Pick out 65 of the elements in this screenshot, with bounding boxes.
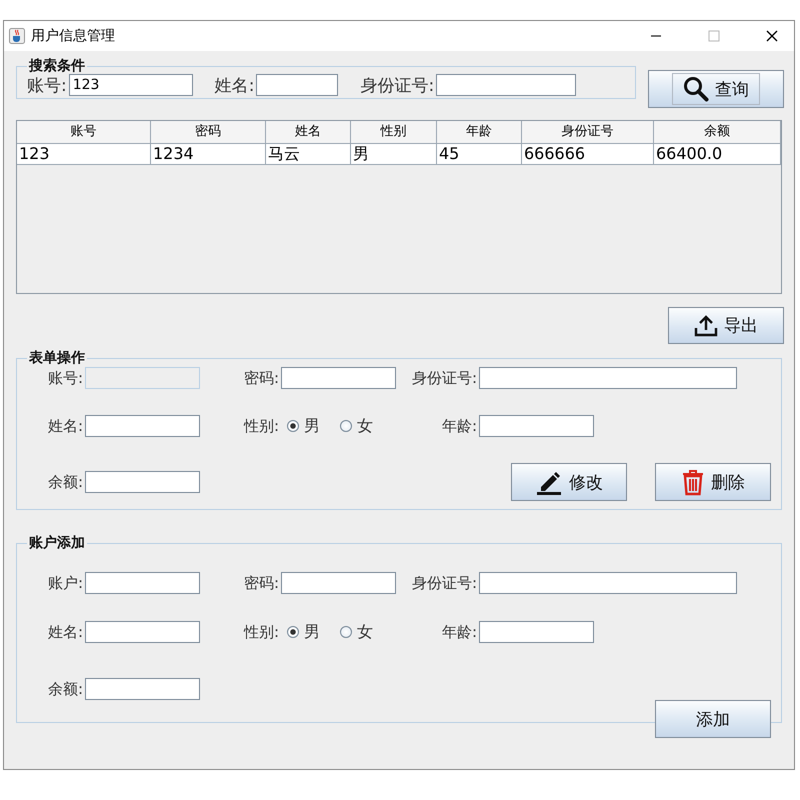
field-label: 年龄: [440,416,478,436]
field-label: 余额: [46,680,84,698]
window-title: 用户信息管理 [31,27,115,45]
upload-icon [694,314,718,336]
close-icon[interactable] [766,30,778,42]
field-label: 余额: [46,472,84,492]
table-cell: 45 [437,144,522,165]
field-label: 性别: [242,622,280,642]
delete-button[interactable]: 删除 [655,463,771,501]
input-field[interactable] [85,572,200,594]
edit-button[interactable]: 修改 [511,463,627,501]
table-cell: 123 [17,144,151,165]
column-header[interactable]: 密码 [151,121,266,144]
input-field[interactable] [85,415,200,437]
input-field[interactable] [85,621,200,643]
group-title: 搜索条件 [28,57,86,75]
column-header[interactable]: 姓名 [266,121,351,144]
field-label: 密码: [242,574,280,592]
table-cell: 66400.0 [654,144,781,165]
radio-option[interactable]: 女 [340,416,373,436]
input-field[interactable] [281,572,396,594]
table-cell: 男 [351,144,437,165]
input-field[interactable] [479,367,737,389]
field-label: 账号: [46,368,84,388]
input-field[interactable] [281,367,396,389]
pencil-icon [535,469,563,495]
input-field[interactable] [85,678,200,700]
field-label: 密码: [242,368,280,388]
input-field[interactable]: 123 [68,74,193,96]
input-field[interactable] [256,74,338,96]
field-label: 姓名: [214,74,254,96]
input-field[interactable] [479,415,594,437]
group-title: 账户添加 [28,534,86,552]
input-field[interactable] [479,572,737,594]
add-button[interactable]: 添加 [655,700,771,738]
field-label: 年龄: [440,622,478,642]
radio-option[interactable]: 男 [287,416,320,436]
table-cell: 666666 [522,144,654,165]
table-cell: 马云 [266,144,351,165]
column-header[interactable]: 账号 [17,121,151,144]
input-field[interactable] [436,74,576,96]
column-header[interactable]: 身份证号 [522,121,654,144]
field-label: 账号: [27,74,67,96]
field-label: 姓名: [46,622,84,642]
field-label: 身份证号: [410,368,478,388]
field-label: 身份证号: [360,74,434,96]
search-button[interactable]: 查询 [648,70,784,108]
field-label: 账户: [46,574,84,592]
field-label: 身份证号: [410,574,478,592]
column-header[interactable]: 余额 [654,121,781,144]
coffee-cup-icon [9,28,25,44]
radio-option[interactable]: 女 [340,622,373,642]
column-header[interactable]: 年龄 [437,121,522,144]
group-title: 表单操作 [28,349,86,367]
input-field[interactable] [479,621,594,643]
field-label: 性别: [242,416,280,436]
column-header[interactable]: 性别 [351,121,437,144]
input-field[interactable] [85,471,200,493]
table-cell: 1234 [151,144,266,165]
trash-icon [681,468,705,496]
export-button[interactable]: 导出 [668,307,784,344]
search-icon [683,76,709,102]
field-label: 姓名: [46,416,84,436]
maximize-icon[interactable] [708,30,720,42]
radio-option[interactable]: 男 [287,622,320,642]
